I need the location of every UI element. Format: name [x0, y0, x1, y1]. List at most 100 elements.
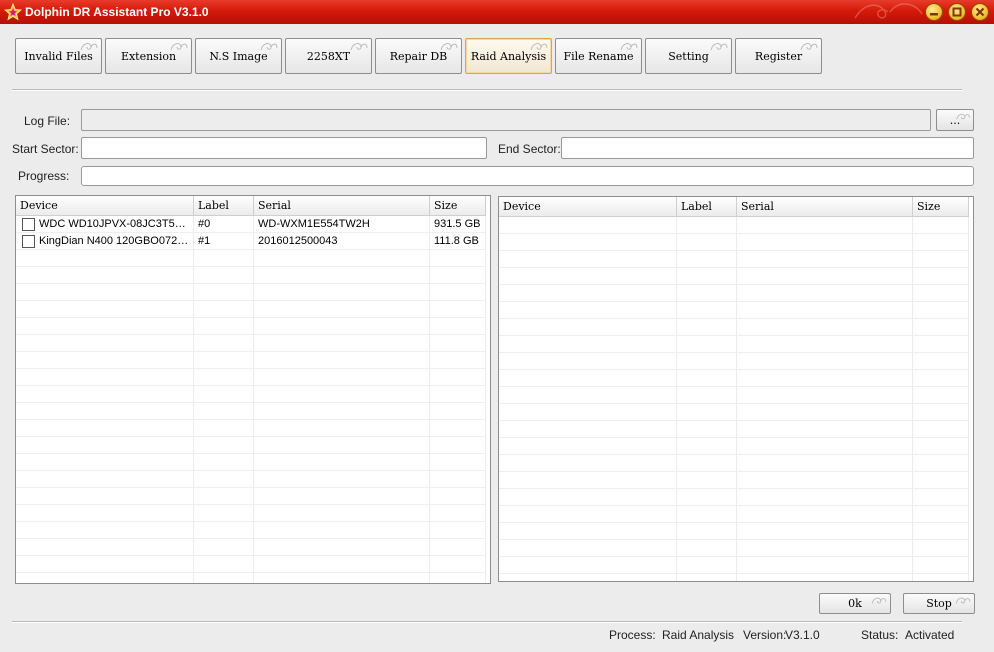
minimize-button[interactable]: [925, 3, 943, 21]
minimize-icon: [930, 13, 938, 16]
empty-row: [16, 556, 486, 573]
version-label: Version:: [743, 628, 787, 642]
empty-row: [16, 420, 486, 437]
repair-db-button[interactable]: Repair DB: [375, 38, 462, 74]
empty-row: [499, 557, 969, 574]
empty-row: [16, 250, 486, 267]
empty-row: [499, 251, 969, 268]
empty-row: [499, 404, 969, 421]
empty-row: [499, 353, 969, 370]
empty-row: [499, 472, 969, 489]
empty-row: [16, 301, 486, 318]
column-header-size[interactable]: Size: [913, 197, 969, 217]
column-header-serial[interactable]: Serial: [254, 196, 430, 216]
empty-row: [499, 455, 969, 472]
swirl-icon: [800, 43, 818, 51]
log-file-label: Log File:: [24, 114, 71, 128]
file-rename-button[interactable]: File Rename: [555, 38, 642, 74]
empty-row: [16, 505, 486, 522]
column-header-serial[interactable]: Serial: [737, 197, 913, 217]
maximize-button[interactable]: [948, 3, 966, 21]
invalid-files-button[interactable]: Invalid Files: [15, 38, 102, 74]
setting-label: Setting: [668, 49, 709, 63]
process-value: Raid Analysis: [662, 628, 735, 642]
table-row[interactable]: KingDian N400 120GBO0724B #1 2016012500043…: [16, 233, 486, 250]
device-checkbox[interactable]: [22, 217, 35, 231]
empty-row: [16, 539, 486, 556]
register-button[interactable]: Register: [735, 38, 822, 74]
list-header: Device Label Serial Size: [499, 197, 969, 217]
toolbar-separator: [12, 89, 962, 91]
stop-button[interactable]: Stop: [903, 593, 975, 614]
2258xt-label: 2258XT: [306, 49, 351, 63]
table-row[interactable]: WDC WD10JPVX-08JC3T505... #0 WD-WXM1E554TW…: [16, 216, 486, 233]
version-value: V3.1.0: [785, 628, 820, 642]
target-device-list[interactable]: Device Label Serial Size: [498, 196, 974, 582]
column-header-device[interactable]: Device: [16, 196, 194, 216]
swirl-icon: [80, 43, 98, 51]
ns-image-button[interactable]: N.S Image: [195, 38, 282, 74]
empty-row: [499, 302, 969, 319]
empty-row: [499, 523, 969, 540]
title-bar[interactable]: Dolphin DR Assistant Pro V3.1.0: [0, 0, 994, 24]
empty-row: [16, 335, 486, 352]
empty-row: [499, 387, 969, 404]
device-label: #1: [198, 235, 211, 247]
column-header-label[interactable]: Label: [194, 196, 254, 216]
empty-row: [499, 540, 969, 557]
swirl-icon: [260, 43, 278, 51]
device-size: 931.5 GB: [434, 218, 481, 230]
empty-row: [16, 284, 486, 301]
empty-row: [499, 370, 969, 387]
log-file-input[interactable]: [81, 109, 931, 131]
browse-button[interactable]: ...: [936, 109, 974, 131]
empty-row: [16, 386, 486, 403]
progress-bar: [81, 166, 974, 186]
end-sector-input[interactable]: [561, 137, 974, 159]
empty-row: [16, 522, 486, 539]
empty-row: [499, 438, 969, 455]
2258xt-button[interactable]: 2258XT: [285, 38, 372, 74]
empty-row: [499, 234, 969, 251]
swirl-icon: [350, 43, 368, 51]
app-star-icon: [4, 3, 22, 21]
window-title: Dolphin DR Assistant Pro V3.1.0: [25, 5, 209, 19]
empty-row: [499, 489, 969, 506]
empty-row: [499, 421, 969, 438]
empty-row: [499, 336, 969, 353]
column-header-label[interactable]: Label: [677, 197, 737, 217]
raid-analysis-button[interactable]: Raid Analysis: [465, 38, 552, 74]
maximize-icon: [952, 7, 962, 17]
swirl-icon: [871, 597, 887, 604]
setting-button[interactable]: Setting: [645, 38, 732, 74]
status-label: Status:: [861, 628, 899, 642]
swirl-icon: [955, 597, 971, 604]
register-label: Register: [754, 49, 803, 63]
empty-row: [499, 506, 969, 523]
device-serial: WD-WXM1E554TW2H: [258, 218, 370, 230]
device-size: 111.8 GB: [434, 235, 479, 247]
empty-row: [499, 319, 969, 336]
extension-label: Extension: [120, 49, 177, 63]
swirl-icon: [530, 43, 548, 51]
list-header: Device Label Serial Size: [16, 196, 486, 216]
start-sector-input[interactable]: [81, 137, 487, 159]
swirl-ornament-icon: [854, 3, 923, 19]
extension-button[interactable]: Extension: [105, 38, 192, 74]
empty-row: [16, 437, 486, 454]
column-header-size[interactable]: Size: [430, 196, 486, 216]
device-name: KingDian N400 120GBO0724B: [39, 235, 189, 247]
device-name: WDC WD10JPVX-08JC3T505...: [39, 218, 189, 230]
status-value: Activated: [905, 628, 955, 642]
stop-label: Stop: [926, 597, 952, 610]
ok-button[interactable]: 0k: [819, 593, 891, 614]
empty-row: [16, 352, 486, 369]
close-button[interactable]: [971, 3, 989, 21]
empty-row: [16, 267, 486, 284]
empty-row: [499, 268, 969, 285]
device-checkbox[interactable]: [22, 234, 35, 248]
empty-row: [499, 285, 969, 302]
source-device-list[interactable]: Device Label Serial Size WDC WD10JPVX-08…: [15, 195, 491, 584]
empty-row: [16, 471, 486, 488]
column-header-device[interactable]: Device: [499, 197, 677, 217]
